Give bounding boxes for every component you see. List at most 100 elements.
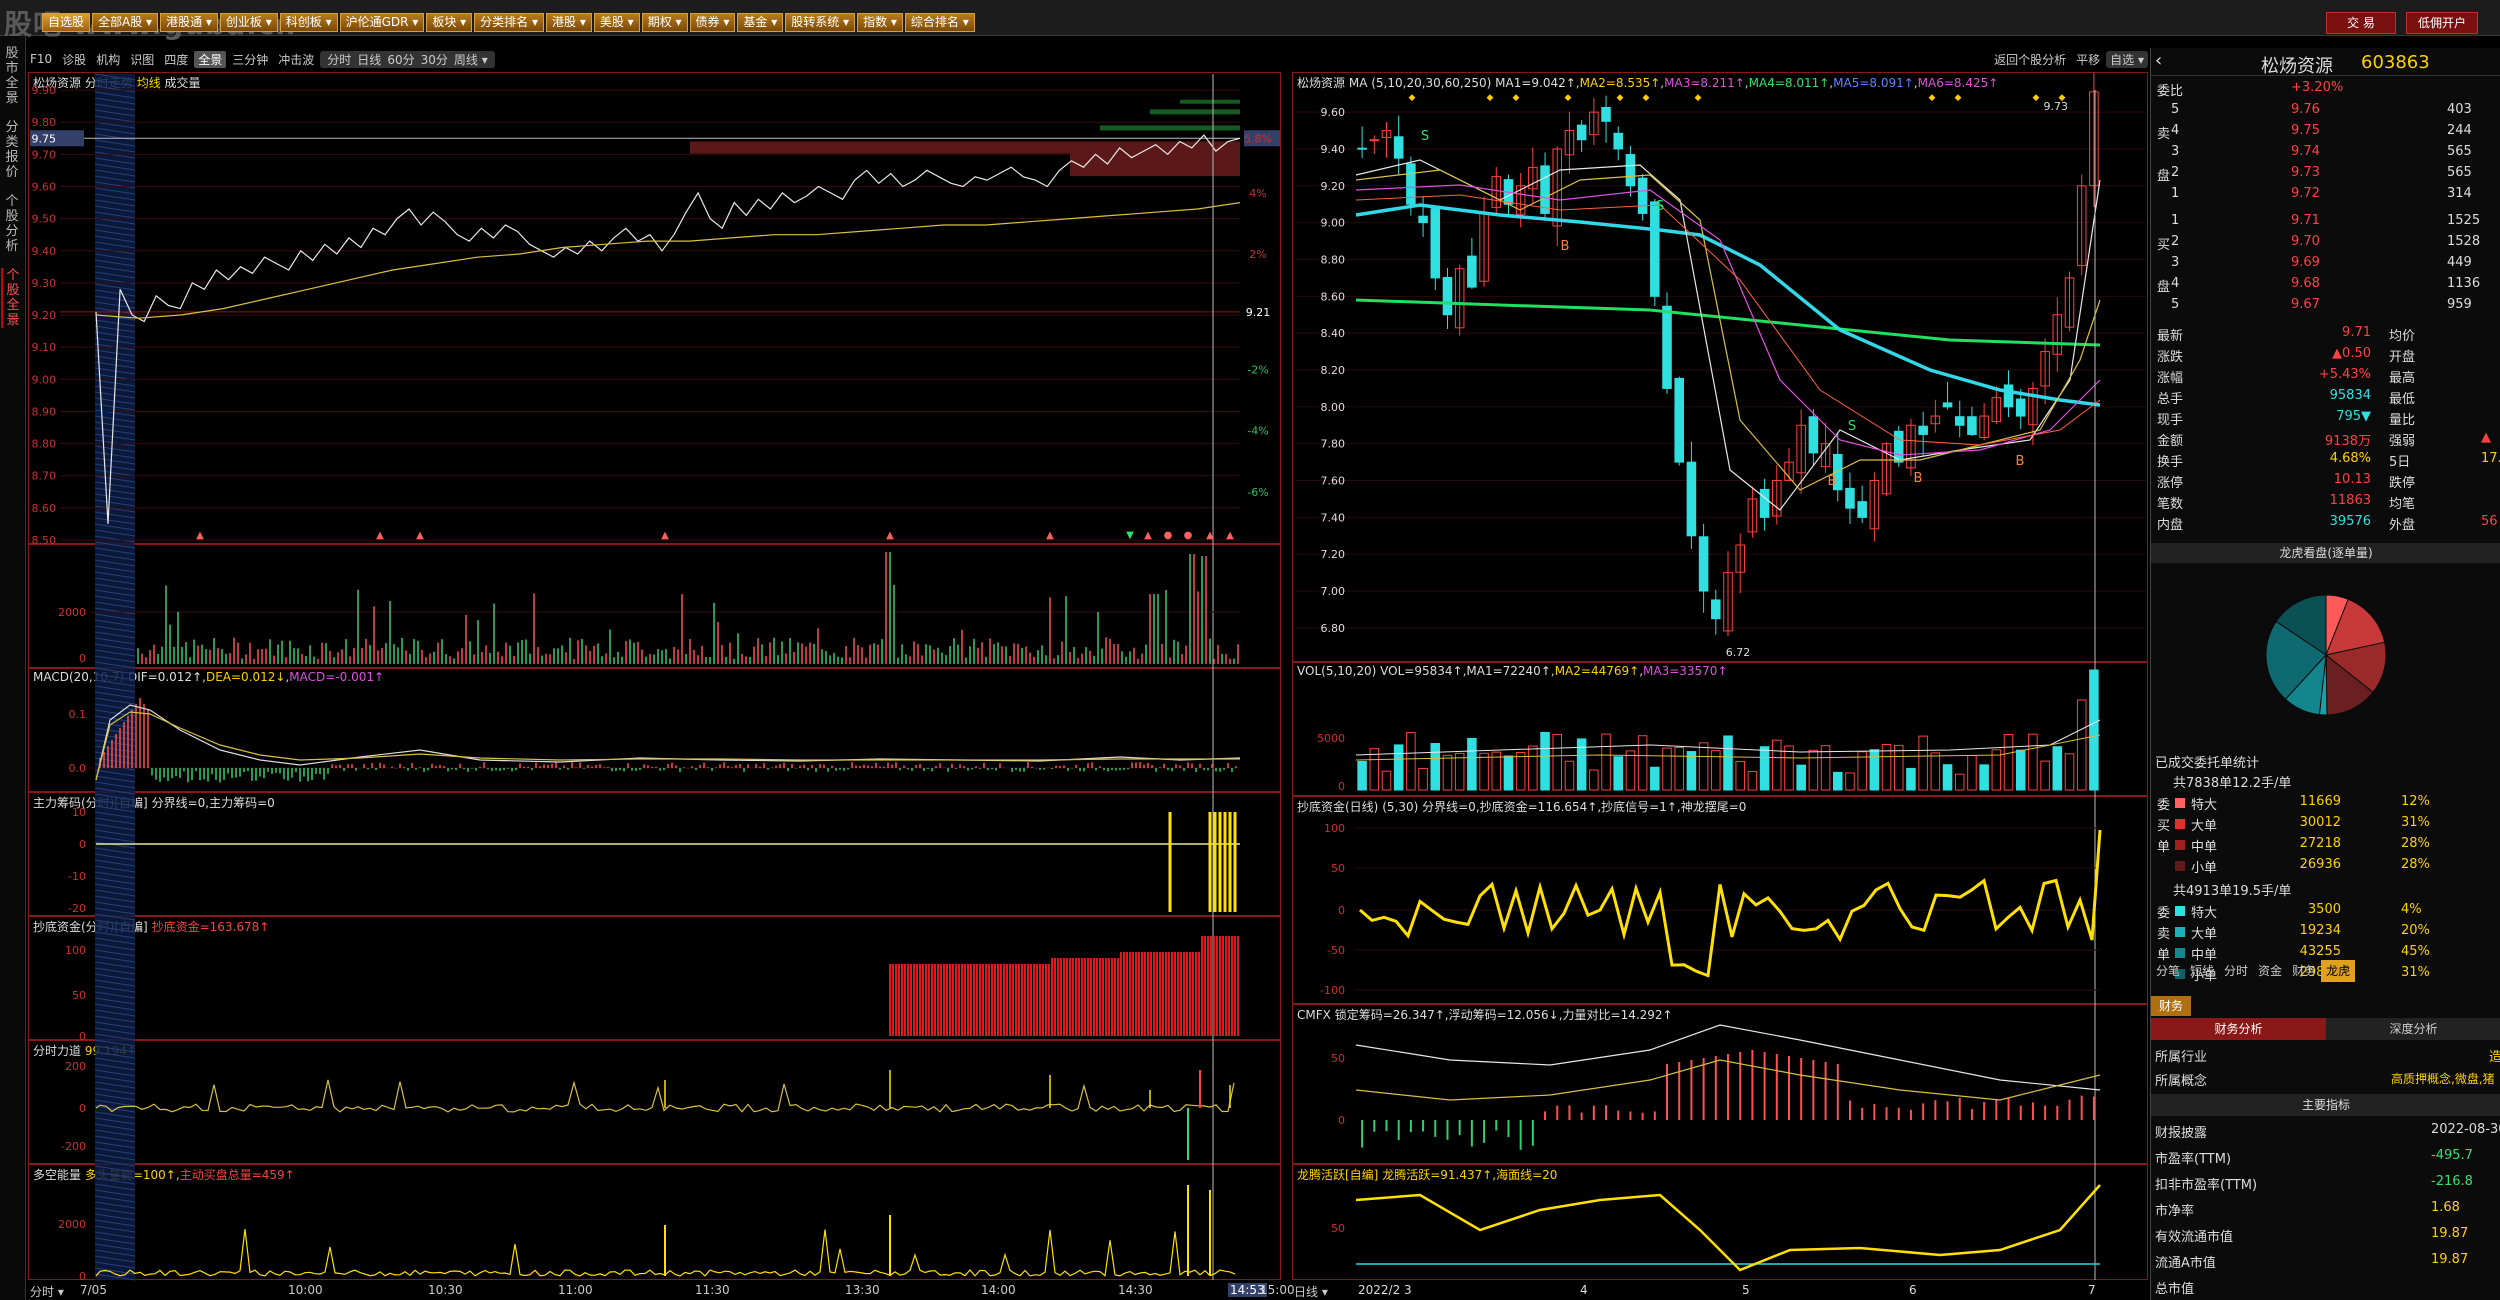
daily-vol-bar	[2028, 733, 2038, 791]
buy-level[interactable]: 1 9.71 1525	[2151, 211, 2500, 232]
macd-tick: 0.0	[69, 762, 87, 775]
candle	[1857, 501, 1867, 518]
buy-order-row: 小单 26936 28%	[2151, 855, 2500, 876]
candle	[1576, 124, 1587, 141]
price-tick: 9.60	[32, 180, 57, 193]
daily-fund-tick: 0	[1338, 904, 1345, 917]
main-force-tick: 0	[79, 838, 86, 851]
daily-vol-bar	[1772, 739, 1782, 791]
daily-vol-bar	[1784, 745, 1794, 791]
sell-order-row: 卖大单 19234 20%	[2157, 923, 2430, 942]
daily-vol-bar	[2040, 760, 2050, 791]
kline-tick: 8.60	[1321, 290, 1346, 303]
ma10-line	[1355, 169, 2101, 491]
signal-marker: ▲	[416, 530, 424, 541]
signal-diamond: ◆	[2059, 93, 2066, 103]
macd-tick: 0.1	[69, 708, 87, 721]
buy-level[interactable]: 盘 4 9.68 1136	[2151, 274, 2500, 295]
daily-vol-bar	[1723, 735, 1733, 791]
daily-vol-bar	[1479, 752, 1489, 791]
bs-signal: S	[1656, 199, 1664, 214]
candle	[1393, 136, 1404, 159]
signal-marker: ●	[1184, 530, 1193, 541]
price-tick: 9.80	[32, 116, 57, 129]
daily-vol-bar	[1442, 754, 1453, 791]
signal-marker: ●	[1164, 530, 1173, 541]
daily-vol-bar	[1650, 766, 1660, 791]
sell-level[interactable]: 盘 2 9.73 565	[2151, 163, 2500, 184]
kline-tick: 7.20	[1321, 548, 1346, 561]
candle	[1711, 599, 1721, 620]
signal-diamond: ◆	[1695, 93, 1702, 103]
quote-tab[interactable]: 龙虎	[2321, 960, 2356, 982]
daily-vol-bar	[1467, 737, 1477, 791]
pct-tick: 9.21	[1246, 306, 1271, 319]
stat-row: 总手 95834 最低	[2157, 388, 2416, 407]
daily-vol-bar	[1967, 755, 1977, 791]
sell-level[interactable]: 卖 4 9.75 244	[2151, 121, 2500, 142]
buy-level[interactable]: 买 2 9.70 1528	[2151, 232, 2500, 253]
bottom-fund-tick: 0	[79, 1030, 86, 1043]
price-tick: 9.00	[32, 373, 57, 386]
signal-diamond: ◆	[1643, 93, 1650, 103]
signal-diamond: ◆	[2033, 93, 2040, 103]
daily-vol-bar	[2003, 734, 2014, 791]
candle	[2003, 384, 2014, 408]
stat-row: 换手 4.68% 5日 17.	[2157, 451, 2500, 470]
sell-level[interactable]: 5 9.76 403	[2151, 100, 2500, 121]
finance-tab[interactable]: 财务	[2151, 996, 2191, 1016]
daily-vol-bar	[1515, 752, 1526, 791]
price-tick: 8.90	[32, 405, 57, 418]
deep-analysis-tab[interactable]: 深度分析	[2326, 1018, 2500, 1040]
pct-tick: 5.8%	[1244, 132, 1272, 145]
signal-marker: ▲	[661, 530, 669, 541]
candle	[1674, 377, 1684, 463]
quote-tab[interactable]: 资金	[2253, 960, 2287, 982]
ma20-line	[1355, 184, 2101, 456]
quote-tab[interactable]: 分笔	[2151, 960, 2185, 982]
price-tick: 9.40	[32, 245, 57, 258]
finance-analysis-tab[interactable]: 财务分析	[2151, 1018, 2326, 1040]
stat-row: 涨跌 ▲0.50 开盘	[2157, 346, 2416, 365]
trade-button[interactable]: 交 易	[2326, 12, 2396, 34]
quote-tab[interactable]: 财务	[2287, 960, 2321, 982]
candle	[1954, 416, 1965, 426]
daily-vol-bar	[2052, 746, 2063, 791]
bs-signal: S	[1848, 419, 1856, 434]
finance-row: 扣非市盈率(TTM) -216.8	[2155, 1174, 2473, 1193]
quote-tab[interactable]: 短线	[2185, 960, 2219, 982]
finance-row: 市净率 1.68	[2155, 1200, 2460, 1219]
daily-vol-bar	[1845, 772, 1855, 791]
buy-level[interactable]: 5 9.67 959	[2151, 295, 2500, 316]
kline-tick: 6.80	[1321, 622, 1346, 635]
kline-tick: 9.60	[1321, 106, 1346, 119]
vol-tick: 2000	[58, 606, 86, 619]
daily-vol-bar	[1674, 747, 1684, 791]
depth-bar	[1180, 99, 1240, 104]
pct-tick: 2%	[1249, 248, 1266, 261]
daily-vol-bar	[1589, 769, 1599, 791]
candle	[1601, 106, 1611, 122]
finance-row: 总市值	[2155, 1282, 2195, 1297]
finance-row: 流通A市值 19.87	[2155, 1252, 2469, 1271]
daily-vol-bar	[1576, 738, 1587, 791]
depth-bar	[1100, 125, 1240, 131]
signal-diamond: ◆	[1409, 93, 1416, 103]
candle	[1808, 416, 1819, 454]
sell-level[interactable]: 1 9.72 314	[2151, 184, 2500, 205]
daily-vol-bar	[1747, 770, 1758, 791]
candle	[1467, 255, 1477, 288]
sell-level[interactable]: 3 9.74 565	[2151, 142, 2500, 163]
daily-fund-tick: -100	[1320, 984, 1345, 997]
daily-vol-bar	[1833, 771, 1843, 791]
pct-tick: -4%	[1247, 425, 1268, 438]
quote-tab[interactable]: 分时	[2219, 960, 2253, 982]
buy-level[interactable]: 3 9.69 449	[2151, 253, 2500, 274]
stat-row: 涨停 10.13 跌停	[2157, 472, 2416, 491]
price-line	[95, 134, 1241, 524]
daily-vol-bar	[1540, 731, 1550, 791]
open-account-button[interactable]: 低佣开户	[2406, 12, 2478, 34]
candle	[1637, 177, 1648, 214]
back-chevron-icon[interactable]: ‹	[2155, 50, 2162, 71]
pct-tick: -6%	[1247, 486, 1268, 499]
